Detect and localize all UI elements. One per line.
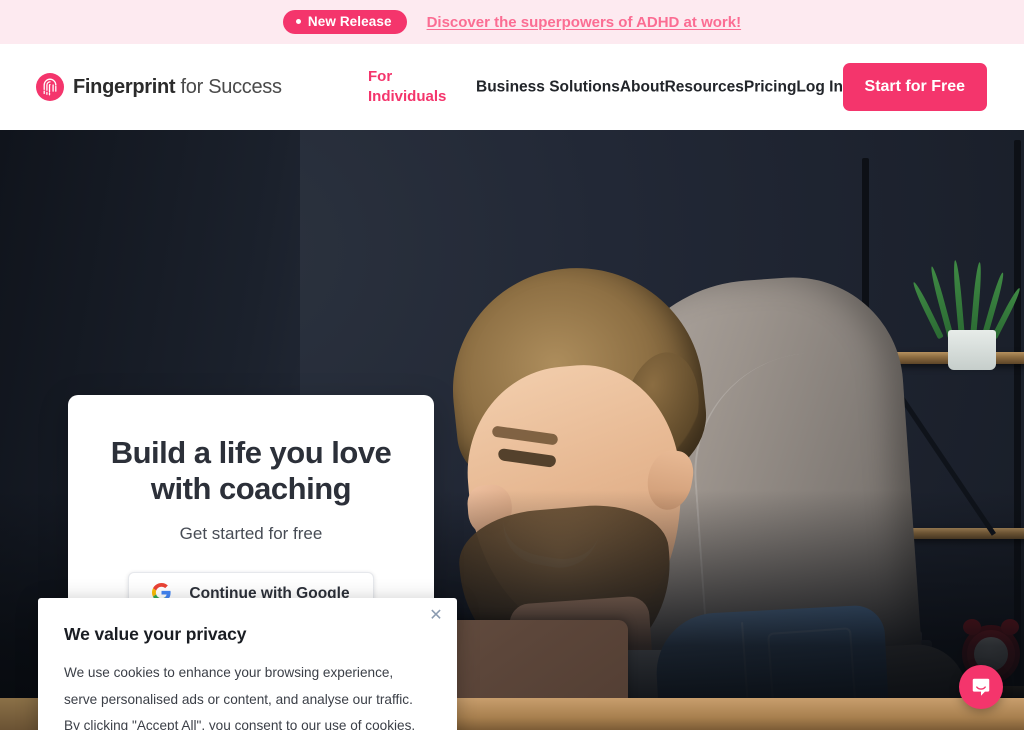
cookie-body-text: We use cookies to enhance your browsing … — [64, 665, 416, 730]
plant-leaves — [911, 260, 1023, 340]
hero-title: Build a life you love with coaching — [94, 435, 408, 508]
hero-title-line-2: with coaching — [150, 471, 352, 507]
cookie-dialog-title: We value your privacy — [64, 624, 247, 644]
announcement-link[interactable]: Discover the superpowers of ADHD at work… — [427, 14, 742, 31]
brand-name: Fingerprint for Success — [73, 76, 282, 99]
chat-bubble-icon[interactable] — [959, 665, 1003, 709]
page-root: New Release Discover the superpowers of … — [0, 0, 1024, 730]
nav-item-for-individuals[interactable]: For Individuals — [368, 67, 452, 107]
cookie-dialog-body: We use cookies to enhance your browsing … — [64, 660, 416, 730]
start-for-free-button[interactable]: Start for Free — [842, 63, 987, 111]
announcement-bar: New Release Discover the superpowers of … — [0, 0, 1024, 44]
nav-item-business-solutions[interactable]: Business Solutions — [476, 79, 620, 95]
nav-item-pricing[interactable]: Pricing — [744, 79, 797, 95]
main-navigation: Business Solutions About Resources Prici… — [476, 79, 843, 95]
site-header: Fingerprint for Success For Individuals … — [0, 44, 1024, 130]
nav-item-log-in[interactable]: Log In — [796, 79, 843, 95]
new-release-badge[interactable]: New Release — [282, 9, 407, 35]
new-release-label: New Release — [307, 13, 392, 29]
hero-section: Build a life you love with coaching Get … — [0, 130, 1024, 730]
brand-logo[interactable]: Fingerprint for Success — [36, 73, 282, 101]
hero-subtitle: Get started for free — [179, 523, 323, 543]
fingerprint-icon — [36, 73, 64, 101]
cookie-consent-dialog: ✕ We value your privacy We use cookies t… — [38, 598, 457, 730]
nav-item-resources[interactable]: Resources — [665, 79, 744, 95]
hero-title-line-1: Build a life you love — [110, 435, 392, 470]
dot-icon — [295, 19, 301, 24]
close-icon[interactable]: ✕ — [425, 605, 447, 627]
brand-name-light: for Success — [175, 75, 283, 98]
nav-item-about[interactable]: About — [620, 79, 665, 95]
brand-name-bold: Fingerprint — [73, 75, 176, 98]
plant-pot — [948, 330, 996, 370]
